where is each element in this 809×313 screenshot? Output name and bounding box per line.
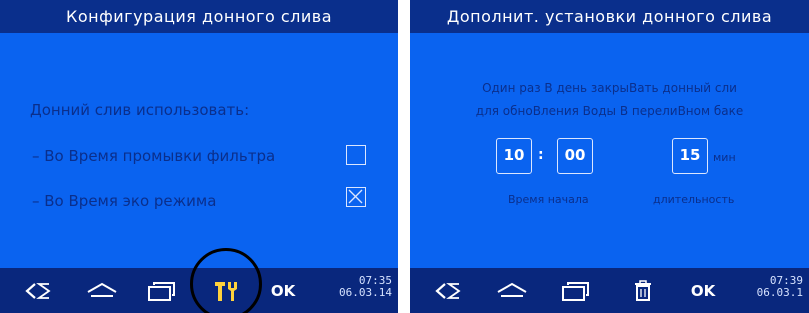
windows-icon [562, 281, 589, 301]
home-button[interactable] [80, 268, 124, 313]
note-line-2: для обноВления Воды В перелиВном баке [475, 104, 744, 118]
checkbox-eco-mode[interactable] [346, 187, 366, 207]
ok-button[interactable]: OK [686, 268, 720, 313]
page-title: Конфигурация донного слива [0, 0, 398, 33]
home-icon [497, 282, 527, 297]
clock: 07:39 06.03.1 [757, 275, 803, 299]
duration-label: длительность [653, 193, 735, 206]
trash-icon [635, 279, 651, 301]
home-button[interactable] [490, 268, 534, 313]
windows-button[interactable] [554, 268, 598, 313]
hours-field[interactable]: 10 [496, 138, 532, 174]
windows-button[interactable] [140, 268, 184, 313]
bottom-toolbar: OK 07:39 06.03.1 [410, 268, 809, 313]
ok-button[interactable]: OK [266, 268, 300, 313]
option-label-filter-rinse: – Во Время промывки фильтра [32, 147, 276, 165]
delete-button[interactable] [626, 268, 660, 313]
note-line-1: Один раз В день закрыВать донный сли [482, 81, 737, 95]
section-label: Донний слив использовать: [30, 101, 250, 119]
left-screen: Конфигурация донного слива Донний слив и… [0, 0, 398, 313]
duration-unit: мин [713, 151, 736, 164]
clock-date: 06.03.1 [756, 286, 803, 299]
back-icon [435, 282, 461, 299]
time-separator: : [538, 147, 544, 163]
checkbox-filter-rinse[interactable] [346, 145, 366, 165]
highlight-ring [190, 248, 262, 313]
right-screen: Дополнит. установки донного слива Один р… [410, 0, 809, 313]
back-button[interactable] [18, 268, 58, 313]
home-icon [87, 282, 117, 297]
back-button[interactable] [428, 268, 468, 313]
option-label-eco-mode: – Во Время эко режима [32, 192, 217, 210]
page-title: Дополнит. установки донного слива [410, 0, 809, 33]
clock: 07:35 06.03.14 [339, 275, 392, 299]
start-time-label: Время начала [508, 193, 589, 206]
back-icon [25, 282, 51, 299]
clock-date: 06.03.14 [339, 286, 392, 299]
checkmark-cross-icon [348, 189, 363, 204]
windows-icon [148, 281, 175, 301]
duration-field[interactable]: 15 [672, 138, 708, 174]
minutes-field[interactable]: 00 [557, 138, 593, 174]
